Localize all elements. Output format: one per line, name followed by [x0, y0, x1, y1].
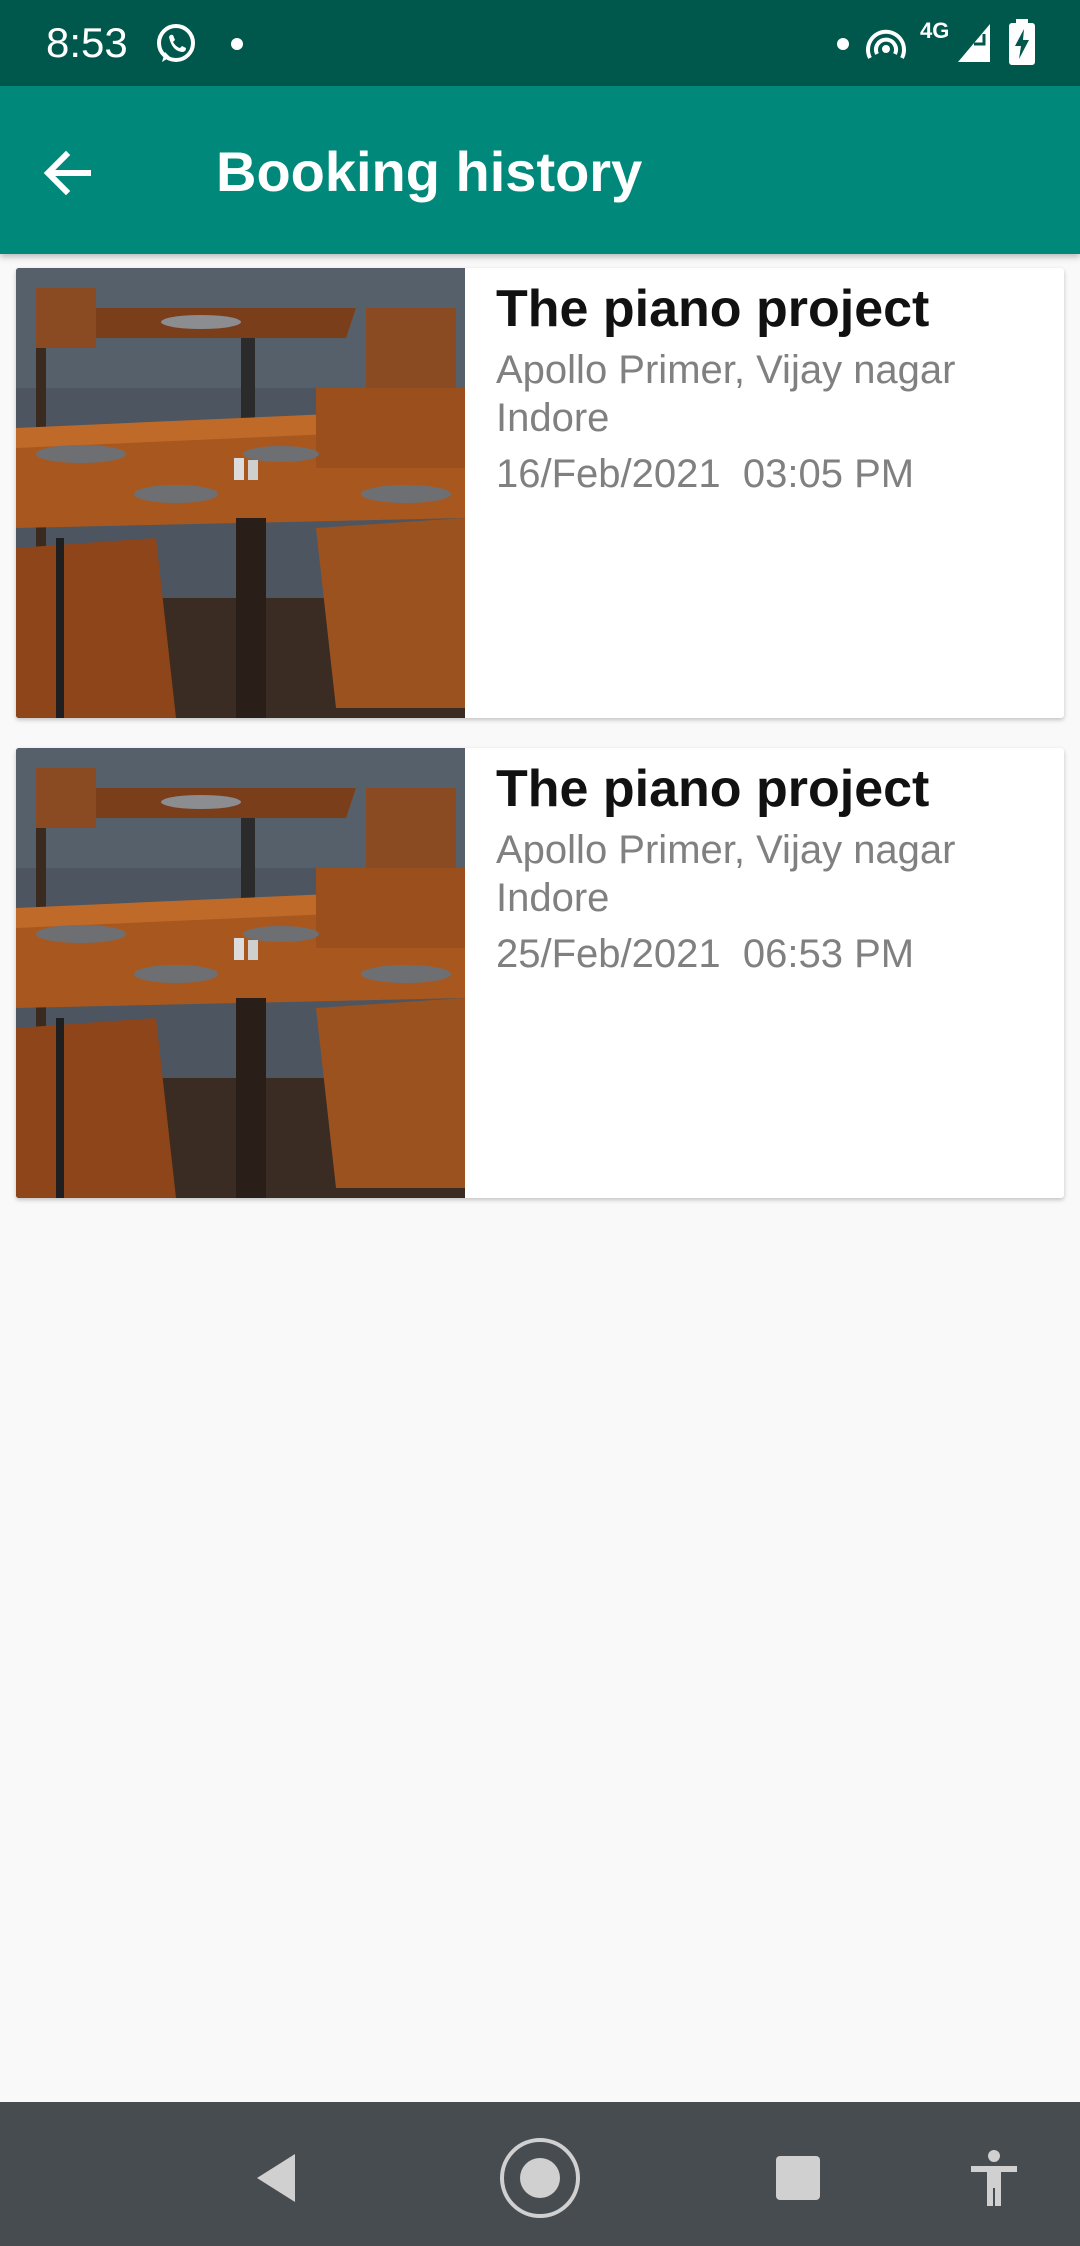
booking-datetime: 25/Feb/2021 06:53 PM	[496, 932, 915, 976]
whatsapp-icon	[157, 24, 195, 62]
recents-square-icon	[776, 2156, 820, 2200]
nav-recents-button[interactable]	[758, 2138, 838, 2218]
restaurant-name: The piano project	[496, 760, 930, 818]
restaurant-address: Apollo Primer, Vijay nagar Indore	[496, 828, 956, 920]
restaurant-thumbnail	[16, 748, 465, 1198]
app-bar: Booking history	[0, 86, 1080, 254]
booking-details: The piano project Apollo Primer, Vijay n…	[496, 274, 1044, 500]
back-triangle-icon	[257, 2154, 295, 2202]
network-type-label: 4G	[920, 18, 950, 43]
battery-charging-icon	[1009, 19, 1035, 65]
booking-list: The piano project Apollo Primer, Vijay n…	[16, 268, 1064, 1228]
accessibility-icon	[971, 2150, 1017, 2206]
home-circle-icon	[500, 2138, 580, 2218]
system-nav-bar	[0, 2102, 1080, 2246]
back-button[interactable]	[40, 138, 130, 208]
booking-details: The piano project Apollo Primer, Vijay n…	[496, 754, 1044, 980]
signal-icon	[958, 24, 990, 62]
nav-accessibility-button[interactable]	[954, 2138, 1034, 2218]
status-bar: 8:53 4G	[0, 0, 1080, 86]
restaurant-name: The piano project	[496, 280, 930, 338]
page-title: Booking history	[216, 140, 643, 203]
booking-card[interactable]: The piano project Apollo Primer, Vijay n…	[16, 748, 1064, 1198]
restaurant-address: Apollo Primer, Vijay nagar Indore	[496, 348, 956, 440]
nav-back-button[interactable]	[236, 2138, 316, 2218]
status-dot-icon	[837, 38, 849, 50]
nav-home-button[interactable]	[500, 2138, 580, 2218]
arrow-left-icon	[43, 150, 91, 196]
restaurant-thumbnail	[16, 268, 465, 718]
hotspot-icon	[866, 29, 906, 59]
status-time: 8:53	[46, 19, 128, 66]
notification-dot-icon	[231, 38, 243, 50]
booking-card[interactable]: The piano project Apollo Primer, Vijay n…	[16, 268, 1064, 718]
booking-datetime: 16/Feb/2021 03:05 PM	[496, 452, 915, 496]
